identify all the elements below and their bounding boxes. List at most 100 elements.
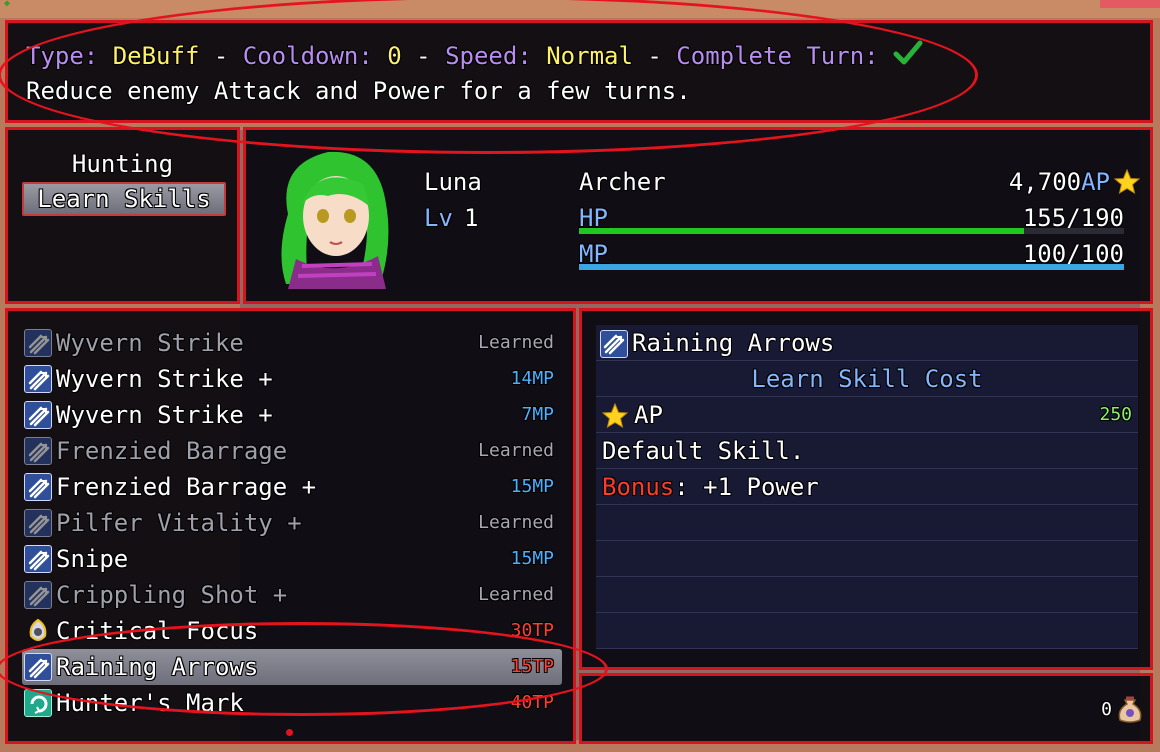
skill-name: Raining Arrows (56, 653, 259, 681)
mark-icon (24, 689, 52, 717)
detail-skill-icon (600, 330, 628, 358)
close-window-button[interactable] (1100, 0, 1160, 8)
learn-skills-button[interactable]: Learn Skills (22, 182, 226, 216)
skill-name: Crippling Shot + (56, 581, 288, 609)
skill-type-label: Hunting (71, 150, 174, 178)
speed-value: Normal (546, 42, 633, 70)
cooldown-value: 0 (387, 42, 402, 70)
separator: - (647, 42, 662, 70)
money-bag-icon (1116, 694, 1144, 724)
skill-name: Snipe (56, 545, 129, 573)
skill-list-window: Wyvern Strike Learned Wyvern Strike +14MP W… (5, 308, 576, 744)
type-label: Type: (26, 42, 99, 70)
skill-item[interactable]: Crippling Shot + Learned (22, 577, 562, 613)
ap-star-icon (601, 402, 629, 429)
skill-cost: Learned (478, 440, 554, 461)
learn-cost-header: Learn Skill Cost (751, 365, 983, 393)
skill-cost: 15TP (510, 656, 554, 677)
gold-value: 0 (1101, 699, 1112, 720)
actor-ap: 4,700AP (1009, 166, 1110, 198)
skill-item[interactable]: Critical Focus 30TP (22, 613, 562, 649)
learn-skills-label: Learn Skills (37, 185, 211, 213)
skill-item[interactable]: Wyvern Strike Learned (22, 325, 562, 361)
separator: - (213, 42, 229, 70)
mp-gauge-fill (579, 264, 1124, 270)
gold-window: 0 (579, 673, 1153, 744)
skill-cost: 15MP (510, 476, 554, 497)
skill-detail-window: Raining Arrows Learn Skill Cost AP 250 D… (579, 308, 1153, 670)
arrows-icon (24, 473, 52, 501)
hp-gauge (579, 228, 1124, 234)
arrows-icon (24, 509, 52, 537)
complete-turn-label: Complete Turn: (676, 42, 879, 70)
arrows-icon (24, 581, 52, 609)
star-icon (1113, 168, 1141, 195)
arrows-icon (24, 365, 52, 393)
skill-type-window: Hunting Learn Skills (5, 127, 240, 304)
arrows-icon (24, 653, 52, 681)
skill-item[interactable]: Wyvern Strike + 7MP (22, 397, 562, 433)
skill-name: Frenzied Barrage + (56, 473, 317, 501)
skill-meta-line: Type: DeBuff - Cooldown: 0 - Speed: Norm… (26, 39, 923, 75)
checkmark-icon (893, 39, 923, 75)
skill-cost: 30TP (510, 620, 554, 641)
skill-item[interactable]: Frenzied Barrage Learned (22, 433, 562, 469)
ap-label: AP (1081, 168, 1110, 196)
detail-row (596, 505, 1138, 541)
focus-icon (24, 617, 52, 645)
detail-row (596, 613, 1138, 649)
default-skill-text: Default Skill. (602, 437, 805, 465)
skill-item[interactable]: Hunter's Mark 40TP (22, 685, 562, 721)
skill-name: Frenzied Barrage (56, 437, 288, 465)
separator: - (416, 42, 431, 70)
cursor-dot (286, 729, 293, 736)
detail-skill-name: Raining Arrows (632, 329, 835, 357)
skill-item[interactable]: Wyvern Strike + 14MP (22, 361, 562, 397)
skill-item[interactable]: Frenzied Barrage + 15MP (22, 469, 562, 505)
actor-level-value: 1 (464, 204, 479, 232)
skill-cost: 40TP (510, 692, 554, 713)
hp-gauge-fill (579, 228, 1024, 234)
ap-cost-label: AP (634, 401, 663, 429)
skill-name: Wyvern Strike (56, 329, 244, 357)
bonus-line: Bonus: +1 Power (602, 471, 819, 503)
skill-cost: Learned (478, 584, 554, 605)
skill-name: Pilfer Vitality + (56, 509, 302, 537)
bonus-value: : +1 Power (674, 473, 819, 501)
ap-value: 4,700 (1008, 168, 1082, 196)
detail-row (596, 577, 1138, 613)
cooldown-label: Cooldown: (242, 42, 373, 70)
skill-item[interactable]: Pilfer Vitality + Learned (22, 505, 562, 541)
app-icon: ◆ (4, 0, 11, 9)
speed-label: Speed: (445, 42, 532, 70)
arrows-icon (24, 545, 52, 573)
actor-status-window: Luna Lv 1 Archer 4,700AP HP 155/190 MP 1… (243, 127, 1153, 304)
actor-portrait (268, 144, 404, 289)
skill-name: Critical Focus (56, 617, 259, 645)
actor-level-label: Lv (424, 204, 453, 232)
type-value: DeBuff (112, 42, 200, 70)
arrows-icon (24, 329, 52, 357)
actor-name: Luna (424, 168, 482, 196)
ap-cost-value: 250 (1099, 404, 1132, 425)
skill-cost: Learned (478, 332, 554, 353)
actor-class: Archer (579, 168, 666, 196)
skill-cost: 14MP (510, 368, 554, 389)
skill-item[interactable]: Raining Arrows 15TP (22, 649, 562, 685)
skill-name: Wyvern Strike + (56, 365, 273, 393)
skill-cost: 15MP (510, 548, 554, 569)
title-bar: ◆ (0, 0, 1160, 18)
skill-cost: 7MP (521, 404, 554, 425)
mp-gauge (579, 264, 1124, 270)
detail-row (596, 397, 1138, 433)
skill-name: Hunter's Mark (56, 689, 244, 717)
arrows-icon (24, 437, 52, 465)
skill-cost: Learned (478, 512, 554, 533)
bonus-label: Bonus (602, 473, 675, 501)
help-window: Type: DeBuff - Cooldown: 0 - Speed: Norm… (5, 20, 1153, 123)
skill-name: Wyvern Strike + (56, 401, 273, 429)
skill-description: Reduce enemy Attack and Power for a few … (26, 77, 691, 105)
detail-row (596, 541, 1138, 577)
arrows-icon (24, 401, 52, 429)
skill-item[interactable]: Snipe 15MP (22, 541, 562, 577)
